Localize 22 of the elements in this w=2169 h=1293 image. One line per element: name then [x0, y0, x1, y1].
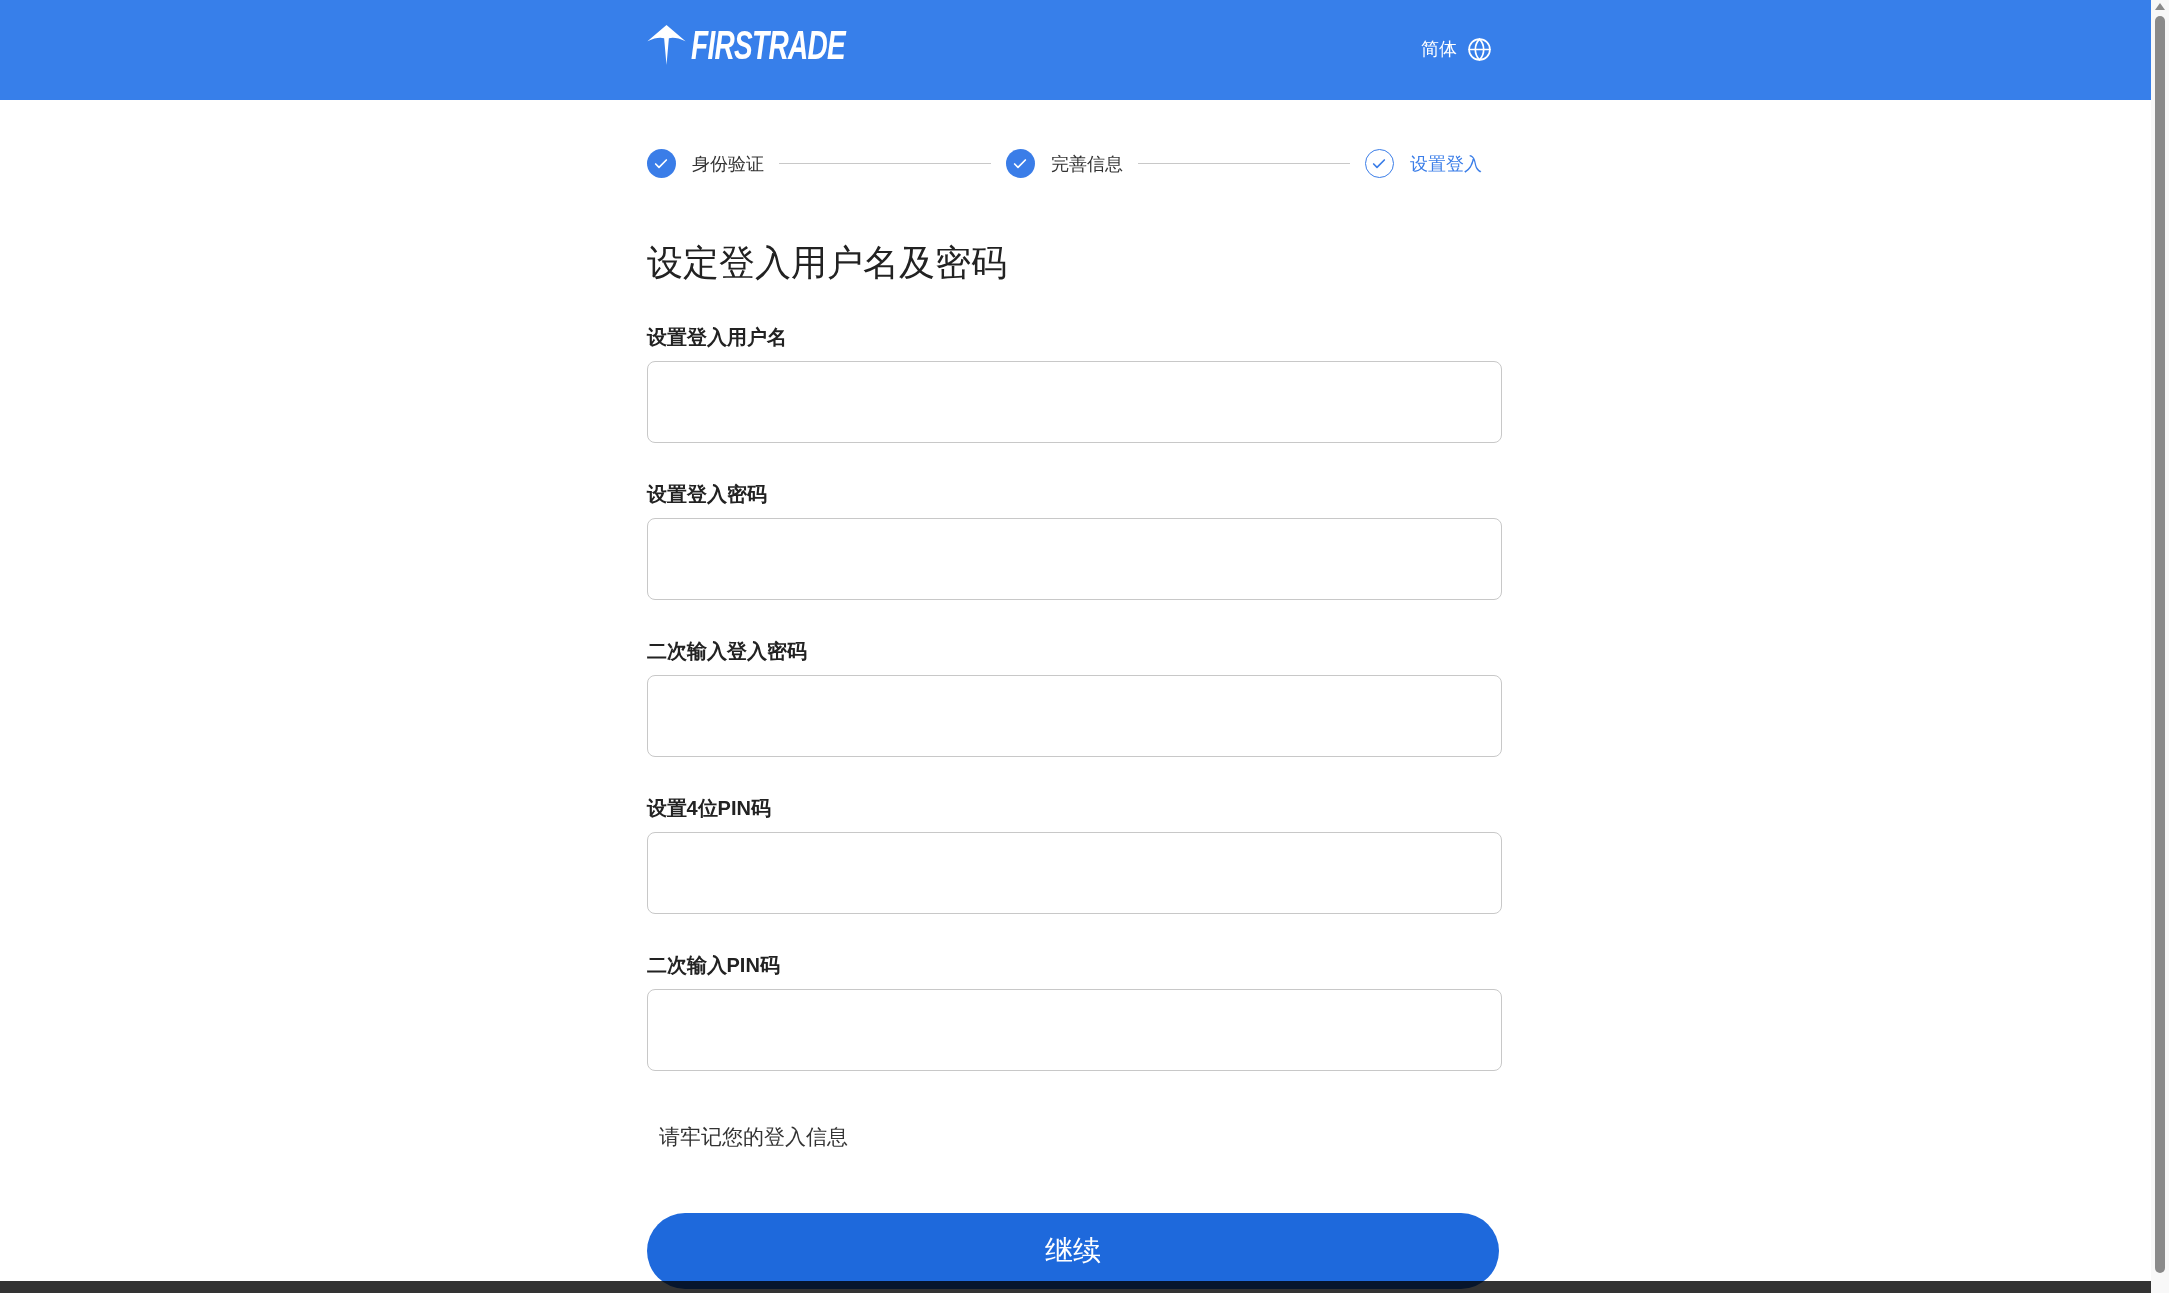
logo-icon [646, 25, 686, 65]
field-label: 设置登入用户名 [646, 325, 788, 350]
language-button[interactable]: 简体 [1420, 36, 1492, 62]
page-heading: 设定登入用户名及密码 [646, 241, 1008, 285]
globe-icon [1466, 36, 1492, 62]
input-field[interactable] [646, 989, 1502, 1071]
field-label: 二次输入登入密码 [646, 639, 808, 664]
input-field[interactable] [646, 361, 1502, 443]
step-label: 完善信息 [1050, 152, 1123, 176]
reminder-text: 请牢记您的登入信息 [657, 1124, 849, 1150]
step-label: 身份验证 [691, 152, 764, 176]
field-label: 设置4位PIN码 [646, 796, 772, 821]
field-label: 二次输入PIN码 [646, 953, 781, 978]
scrollbar-thumb[interactable] [2155, 16, 2165, 1273]
input-field[interactable] [646, 675, 1502, 757]
scroll-up-arrow-icon[interactable] [2155, 3, 2165, 10]
step-label: 设置登入 [1409, 152, 1482, 176]
brand-name: FIRSTRADE [690, 23, 845, 67]
input-field[interactable] [646, 832, 1502, 914]
input-field[interactable] [646, 518, 1502, 600]
scrollbar[interactable] [2151, 0, 2169, 1293]
field-label: 设置登入密码 [646, 482, 768, 507]
